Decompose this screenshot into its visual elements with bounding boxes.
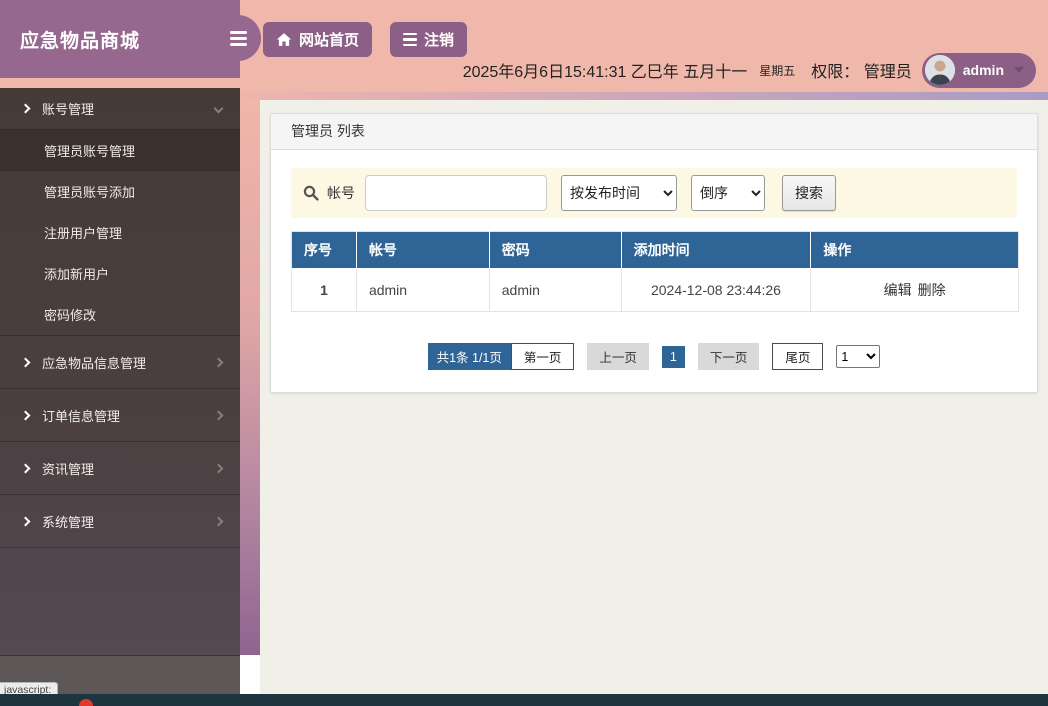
weekday-text: 星期五 [759, 63, 796, 78]
sidebar: 账号管理 管理员账号管理 管理员账号添加 注册用户管理 添加新用户 密码修改 应… [0, 88, 240, 655]
sidebar-subitem-registered-user-manage[interactable]: 注册用户管理 [0, 212, 240, 253]
search-field-label: 帐号 [327, 185, 355, 201]
column-header-added-time: 添加时间 [620, 231, 812, 269]
sidebar-toggle-button[interactable] [215, 15, 261, 61]
sidebar-item-system-management[interactable]: 系统管理 [0, 495, 240, 548]
app-logo: 应急物品商城 [0, 0, 240, 78]
search-button[interactable]: 搜索 [782, 175, 836, 211]
chevron-right-icon [20, 357, 31, 367]
account-search-input[interactable] [365, 175, 547, 211]
logout-button-label: 注销 [424, 32, 455, 49]
cell-index: 1 [291, 268, 357, 312]
table-header-row: 序号 帐号 密码 添加时间 操作 [291, 231, 1019, 269]
pagination: 共1条 1/1页 第一页 上一页 1 下一页 尾页 1 [291, 343, 1017, 370]
avatar [924, 55, 955, 85]
chevron-right-icon [20, 103, 31, 114]
sidebar-item-account-management[interactable]: 账号管理 [0, 88, 240, 130]
notification-dot-icon [79, 699, 93, 706]
delete-link[interactable]: 删除 [918, 282, 946, 298]
admin-table: 序号 帐号 密码 添加时间 操作 1 admin admin 2024-12-0… [291, 231, 1019, 312]
home-button-label: 网站首页 [299, 32, 360, 49]
current-page-indicator: 1 [661, 345, 685, 368]
home-icon [276, 32, 292, 47]
divider-strip-bottom [240, 655, 260, 694]
subitem-label: 管理员账号添加 [44, 185, 136, 200]
column-header-password: 密码 [488, 231, 622, 269]
sidebar-item-order-info[interactable]: 订单信息管理 [0, 389, 240, 442]
sidebar-subitem-password-change[interactable]: 密码修改 [0, 294, 240, 335]
sidebar-subitem-admin-account-manage[interactable]: 管理员账号管理 [0, 130, 240, 171]
chevron-right-icon [20, 463, 31, 473]
header-gradient-strip [240, 92, 1048, 100]
page-number-select[interactable]: 1 [836, 345, 881, 368]
admin-list-panel: 管理员 列表 帐号 按发布时间 倒序 搜索 序号 帐号 密码 添加时间 操作 1… [270, 113, 1038, 393]
subitem-label: 添加新用户 [44, 267, 110, 282]
column-header-actions: 操作 [810, 231, 1019, 269]
permission-value: 管理员 [863, 64, 912, 81]
next-page-button[interactable]: 下一页 [697, 343, 760, 370]
logout-button[interactable]: 注销 [390, 22, 468, 57]
column-header-index: 序号 [291, 231, 357, 269]
sidebar-item-news-management[interactable]: 资讯管理 [0, 442, 240, 495]
chevron-right-icon [20, 516, 31, 526]
list-icon [403, 32, 418, 47]
cell-password: admin [488, 268, 622, 312]
sidebar-item-emergency-goods-info[interactable]: 应急物品信息管理 [0, 336, 240, 389]
cell-actions: 编辑 删除 [810, 268, 1019, 312]
subitem-label: 注册用户管理 [44, 226, 123, 241]
subitem-label: 密码修改 [44, 308, 97, 323]
main-content: 管理员 列表 帐号 按发布时间 倒序 搜索 序号 帐号 密码 添加时间 操作 1… [260, 100, 1048, 694]
username: admin [962, 62, 1004, 78]
magnifier-icon [303, 185, 319, 201]
search-bar: 帐号 按发布时间 倒序 搜索 [291, 168, 1017, 218]
first-page-button[interactable]: 第一页 [510, 343, 575, 370]
last-page-button[interactable]: 尾页 [772, 343, 824, 370]
account-submenu: 管理员账号管理 管理员账号添加 注册用户管理 添加新用户 密码修改 [0, 130, 240, 336]
app-title: 应急物品商城 [20, 30, 141, 52]
sort-field-select[interactable]: 按发布时间 [561, 175, 677, 211]
sidebar-subitem-add-new-user[interactable]: 添加新用户 [0, 253, 240, 294]
sort-order-select[interactable]: 倒序 [691, 175, 765, 211]
chevron-right-icon [20, 410, 31, 420]
datetime-text: 2025年6月6日15:41:31 乙巳年 五月十一 [462, 64, 748, 81]
sidebar-item-label: 资讯管理 [42, 461, 95, 477]
sidebar-subitem-admin-account-add[interactable]: 管理员账号添加 [0, 171, 240, 212]
subitem-label: 管理员账号管理 [44, 144, 136, 159]
permission-label: 权限： [811, 64, 860, 81]
gradient-divider-strip [240, 92, 260, 655]
cell-added-time: 2024-12-08 23:44:26 [620, 268, 812, 312]
pagination-summary: 共1条 1/1页 [427, 343, 511, 370]
prev-page-button[interactable]: 上一页 [587, 343, 649, 370]
user-menu[interactable]: admin [921, 52, 1036, 88]
cell-account: admin [355, 268, 490, 312]
sidebar-item-label: 应急物品信息管理 [42, 355, 147, 371]
home-button[interactable]: 网站首页 [263, 22, 373, 57]
table-row: 1 admin admin 2024-12-08 23:44:26 编辑 删除 [291, 268, 1019, 312]
sidebar-item-label: 系统管理 [42, 514, 95, 530]
sidebar-item-label: 账号管理 [42, 102, 95, 117]
caret-down-icon [1014, 67, 1024, 73]
edit-link[interactable]: 编辑 [884, 282, 912, 298]
sidebar-item-label: 订单信息管理 [42, 408, 121, 424]
column-header-account: 帐号 [355, 231, 490, 269]
bottom-taskbar [0, 694, 1048, 706]
menu-icon [229, 30, 247, 34]
panel-title: 管理员 列表 [271, 114, 1037, 150]
